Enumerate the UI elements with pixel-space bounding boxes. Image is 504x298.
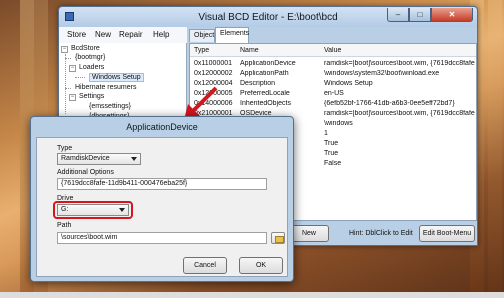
path-label: Path	[57, 222, 72, 229]
maximize-button[interactable]: □	[409, 8, 431, 22]
minimize-button[interactable]: –	[387, 8, 409, 22]
cell-name: Description	[240, 80, 276, 87]
dialog-title[interactable]: ApplicationDevice	[31, 117, 293, 137]
menu-help[interactable]: Help	[153, 30, 169, 39]
menu-store[interactable]: Store	[67, 30, 86, 39]
cell-value: ramdisk=[boot]\sources\boot.wim, {7619dc…	[324, 60, 475, 67]
title-bar[interactable]: Visual BCD Editor - E:\boot\bcd – □ ✕	[59, 7, 477, 27]
drive-dropdown[interactable]: G:	[57, 204, 129, 216]
tree-node-bcdstore[interactable]: BcdStore	[71, 45, 100, 52]
menu-bar: Store New Repair Help	[59, 27, 187, 43]
cell-type: 0x11000001	[194, 60, 233, 67]
hint-text: Hint: DblClick to Edit	[349, 230, 413, 237]
cell-value: \windows\system32\boot\winload.exe	[324, 70, 440, 77]
tab-object[interactable]: Object	[189, 29, 215, 42]
taskbar-strip	[0, 292, 504, 298]
cancel-button[interactable]: Cancel	[183, 257, 227, 274]
type-value: RamdiskDevice	[61, 155, 110, 162]
type-dropdown[interactable]: RamdiskDevice	[57, 153, 141, 165]
options-field[interactable]: {7619dcc8fafe-11d9b411-000476eba25f}	[57, 178, 267, 190]
tree-node-bootmgr[interactable]: {bootmgr}	[75, 54, 105, 61]
table-row[interactable]: 0x12000005PreferredLocaleen-US	[190, 89, 476, 99]
collapse-icon[interactable]: −	[69, 65, 76, 72]
table-row[interactable]: 0x14000006 InheritedObjects {6efb52bf-1766…	[190, 99, 476, 109]
new-button[interactable]: New	[289, 225, 329, 242]
cell-value: 1	[324, 130, 328, 137]
application-device-dialog: ApplicationDevice Type RamdiskDevice Add…	[30, 116, 294, 282]
dialog-body: Type RamdiskDevice Additional Options {7…	[36, 137, 288, 277]
table-row[interactable]: 0x11000001 ApplicationDevice ramdisk=[boot…	[190, 59, 476, 69]
grid-header: Type Name Value	[190, 44, 476, 57]
cell-value: False	[324, 160, 342, 167]
header-type[interactable]: Type	[194, 47, 209, 54]
cell-name: ApplicationDevice	[240, 60, 296, 67]
tab-elements[interactable]: Elements	[215, 27, 249, 43]
menu-repair[interactable]: Repair	[119, 30, 143, 39]
collapse-icon[interactable]: −	[69, 94, 76, 101]
cell-name: ApplicationPath	[240, 70, 289, 77]
cell-value: ramdisk=[boot]\sources\boot.wim, {7619dc…	[324, 110, 475, 117]
edit-boot-menu-button[interactable]: Edit Boot-Menu	[419, 225, 475, 242]
ok-button[interactable]: OK	[239, 257, 283, 274]
header-value[interactable]: Value	[324, 47, 341, 54]
cell-value: True	[324, 140, 339, 147]
cell-value: en-US	[324, 90, 344, 97]
options-label: Additional Options	[57, 169, 114, 176]
chevron-down-icon	[131, 157, 137, 161]
cell-type: 0x12000002	[194, 70, 233, 77]
chevron-down-icon	[119, 208, 125, 212]
collapse-icon[interactable]: −	[61, 46, 68, 53]
tree-node-windows-setup[interactable]: Windows Setup	[89, 73, 144, 82]
cell-value: \windows	[324, 120, 353, 127]
table-row[interactable]: 0x12000002 ApplicationPath \windows\system…	[190, 69, 476, 79]
cell-name: PreferredLocale	[240, 90, 290, 97]
menu-new[interactable]: New	[95, 30, 111, 39]
cell-value: Windows Setup	[324, 80, 373, 87]
cell-value: {6efb52bf-1766-41db-a6b3-0ee5eff72bd7}	[324, 100, 455, 107]
table-row[interactable]: 0x12000004 Description Windows Setup	[190, 79, 476, 89]
cell-name: InheritedObjects	[240, 100, 291, 107]
drive-value: G:	[61, 206, 69, 213]
tree-node-emssettings[interactable]: {emssettings}	[89, 103, 131, 110]
header-name[interactable]: Name	[240, 47, 259, 54]
cell-value: True	[324, 150, 339, 157]
type-label: Type	[57, 145, 73, 152]
close-button[interactable]: ✕	[431, 8, 473, 22]
path-field[interactable]: \sources\boot.wim	[57, 232, 267, 244]
tree-node-loaders[interactable]: Loaders	[79, 64, 104, 71]
folder-browse-icon[interactable]	[271, 232, 285, 244]
tree-node-hibernate[interactable]: Hibernate resumers	[75, 84, 136, 91]
tree-node-settings[interactable]: Settings	[79, 93, 104, 100]
